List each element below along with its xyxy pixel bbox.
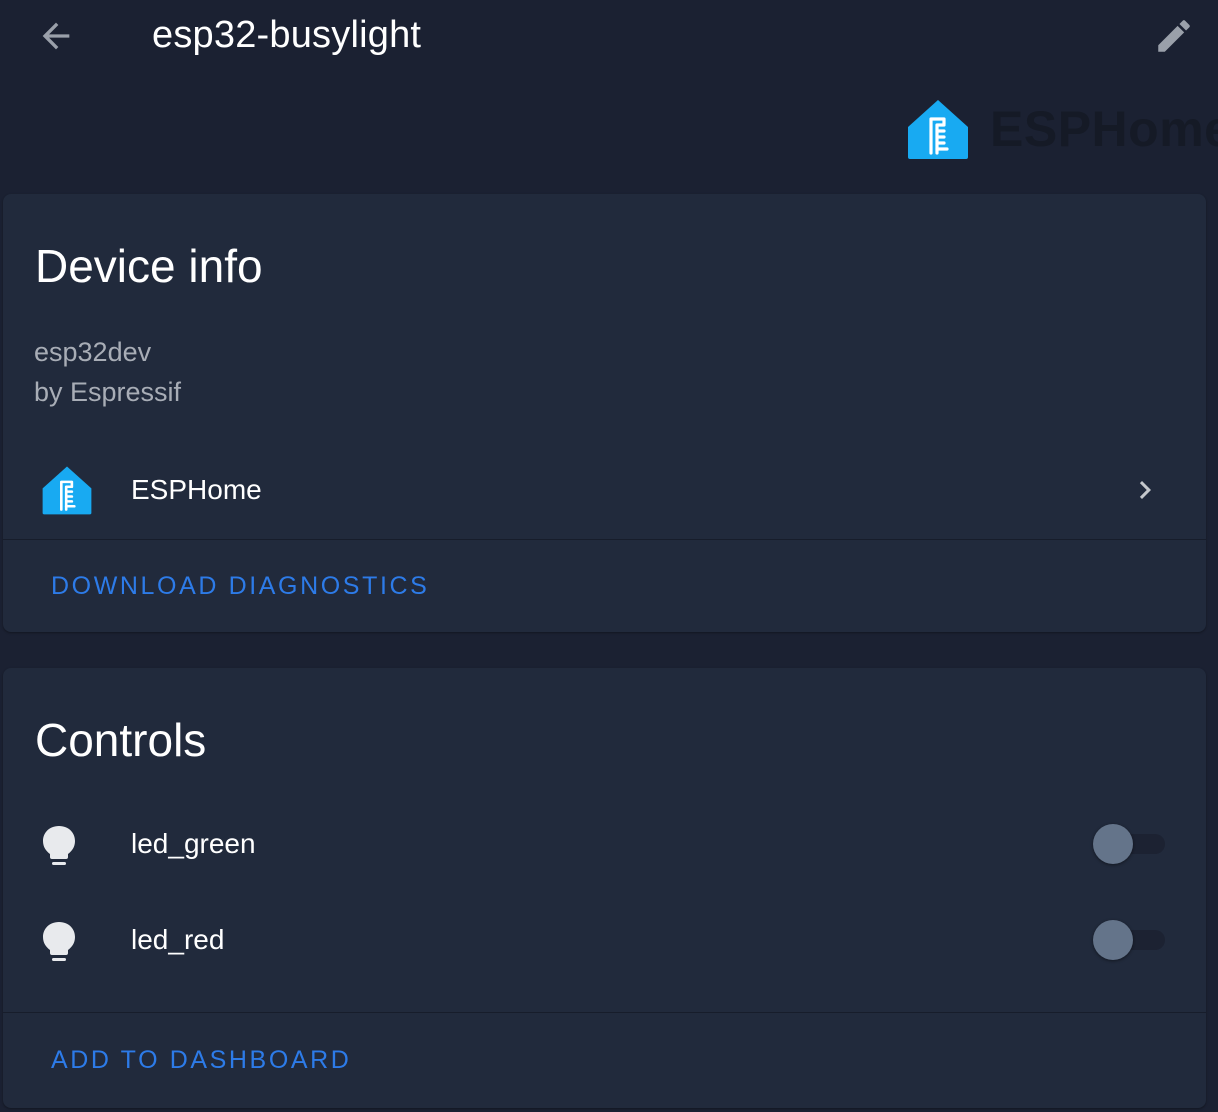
toggle-knob [1093,920,1133,960]
brand-logo: ESPHome [906,96,1218,162]
esphome-logo-icon [42,466,92,515]
edit-button[interactable] [1148,10,1200,62]
entity-row-led-red[interactable]: led_red [3,900,1206,980]
card-title-device-info: Device info [35,240,263,292]
top-app-bar: esp32-busylight [0,0,1218,72]
controls-card: Controls led_green led_red ADD TO DASHBO… [3,668,1206,1108]
toggle-led-green[interactable] [1091,823,1167,865]
lightbulb-icon [43,826,75,865]
entity-row-led-green[interactable]: led_green [3,804,1206,884]
page-title: esp32-busylight [152,14,422,56]
brand-name: ESPHome [990,101,1218,157]
integration-label: ESPHome [131,474,262,505]
device-manufacturer: by Espressif [34,377,182,407]
device-model: esp32dev [34,337,152,367]
chevron-right-icon [1139,481,1151,499]
arrow-left-icon [42,22,70,50]
download-diagnostics-button[interactable]: DOWNLOAD DIAGNOSTICS [51,568,429,604]
card-divider [3,539,1206,540]
card-title-controls: Controls [35,714,207,766]
device-page: esp32-busylight ESPHome Device info esp3… [0,0,1218,1112]
lightbulb-icon [43,922,75,961]
toggle-led-red[interactable] [1091,919,1167,961]
toggle-knob [1093,824,1133,864]
integration-row-esphome[interactable]: ESPHome [3,452,1206,528]
card-divider [3,1012,1206,1013]
device-info-card: Device info esp32dev by Espressif ESPHom… [3,194,1206,632]
pencil-icon [1158,20,1190,52]
entity-label: led_red [131,924,225,955]
back-button[interactable] [30,10,82,62]
entity-label: led_green [131,828,256,859]
add-to-dashboard-button[interactable]: ADD TO DASHBOARD [51,1042,351,1078]
esphome-logo-icon [908,100,968,159]
